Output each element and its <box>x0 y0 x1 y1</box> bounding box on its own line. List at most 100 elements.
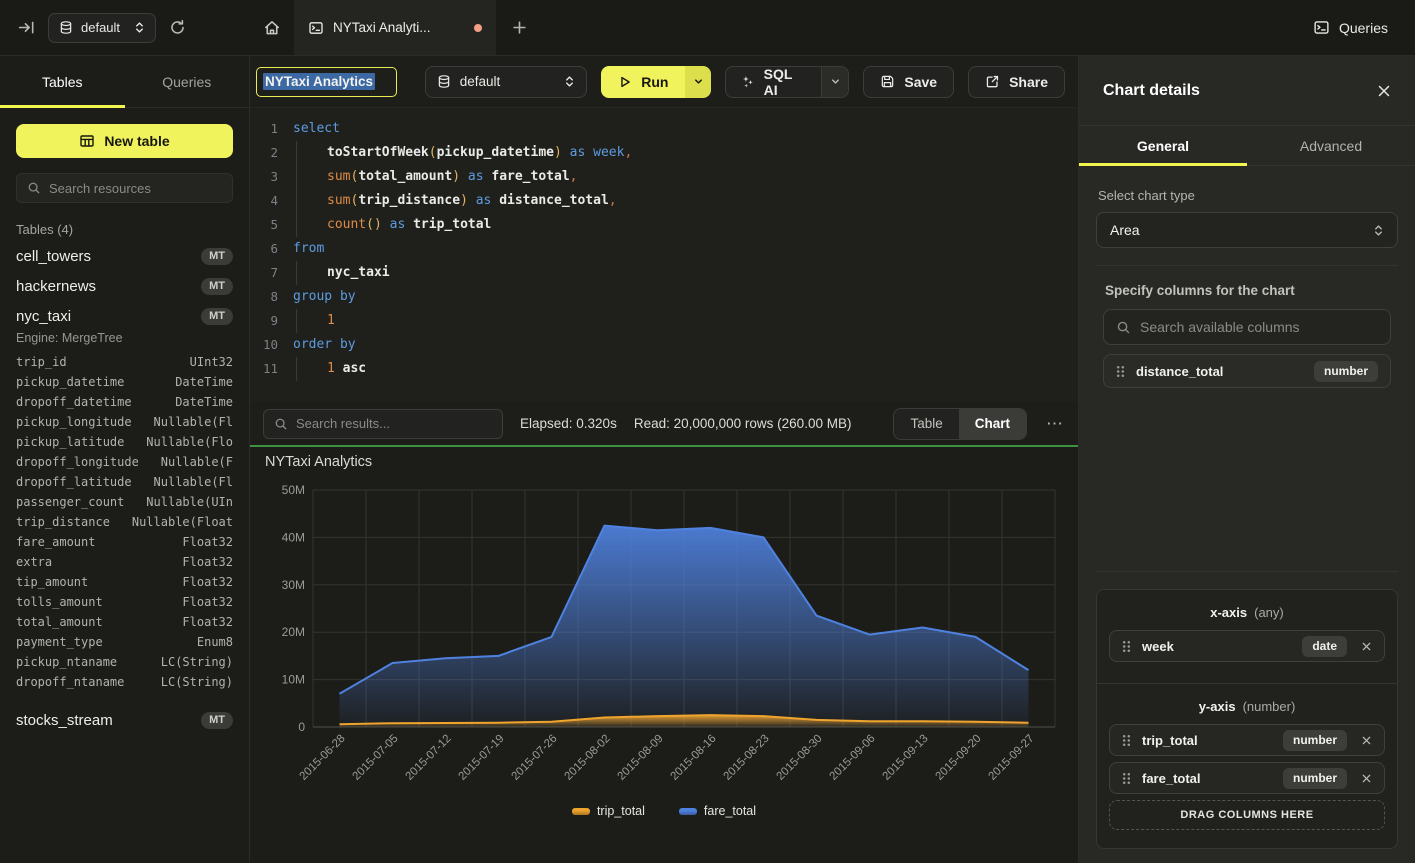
tab-general[interactable]: General <box>1079 126 1247 165</box>
sql-ai-button[interactable]: SQL AI <box>726 67 822 97</box>
x-axis-column-chip[interactable]: weekdate <box>1109 630 1385 662</box>
chart-type-select[interactable]: Area <box>1096 212 1398 248</box>
run-button[interactable]: Run <box>601 66 685 98</box>
center-panel: NYTaxi Analytics default Run <box>250 56 1078 863</box>
divider <box>1096 265 1398 266</box>
share-button[interactable]: Share <box>968 66 1065 98</box>
save-label: Save <box>904 74 937 90</box>
y-axis-items: trip_total number fare_totalnumber <box>1109 724 1385 794</box>
axes-config: x-axis(any) weekdate y-axis(number) trip… <box>1096 554 1398 849</box>
close-icon[interactable] <box>1377 84 1391 98</box>
queries-label: Queries <box>1339 20 1388 36</box>
column-name: dropoff_datetime <box>16 392 132 412</box>
tab-tables[interactable]: Tables <box>0 56 125 107</box>
query-title-input[interactable]: NYTaxi Analytics <box>256 67 397 97</box>
code-line: 111 asc <box>250 357 1078 381</box>
column-name: trip_distance <box>16 512 110 532</box>
tab-advanced[interactable]: Advanced <box>1247 126 1415 165</box>
code-token <box>484 165 492 189</box>
run-button-group: Run <box>601 66 710 98</box>
remove-column-icon[interactable] <box>1361 773 1372 784</box>
column-name: fare_amount <box>16 532 95 552</box>
save-button[interactable]: Save <box>863 66 954 98</box>
queries-icon <box>1313 19 1330 36</box>
column-chip-name: trip_total <box>1142 733 1198 748</box>
chevrons-updown-icon <box>134 21 145 34</box>
toolbar-database-value: default <box>460 74 501 89</box>
remove-column-icon[interactable] <box>1361 735 1372 746</box>
column-name: trip_id <box>16 352 67 372</box>
search-results-input[interactable]: Search results... <box>263 409 503 439</box>
code-token: trip_total <box>413 213 491 237</box>
column-type: DateTime <box>175 392 233 412</box>
new-table-button[interactable]: New table <box>16 124 233 158</box>
sql-editor[interactable]: 1select2toStartOfWeek(pickup_datetime) a… <box>250 108 1078 402</box>
code-token: () <box>366 213 382 237</box>
more-options-icon[interactable]: ⋯ <box>1044 415 1065 432</box>
drag-handle-icon[interactable] <box>1116 365 1125 378</box>
available-column-chip[interactable]: distance_totalnumber <box>1103 354 1391 388</box>
sql-ai-options-button[interactable] <box>821 67 848 97</box>
tab-queries[interactable]: Queries <box>125 56 250 107</box>
code-token: as <box>390 213 406 237</box>
search-resources-input[interactable]: Search resources <box>16 173 233 203</box>
table-item[interactable]: nyc_taxi MT <box>0 301 249 331</box>
home-icon[interactable] <box>250 0 294 55</box>
column-type-badge: number <box>1283 730 1347 751</box>
column-name: total_amount <box>16 612 103 632</box>
toggle-chart[interactable]: Chart <box>959 409 1026 439</box>
toolbar-database-selector[interactable]: default <box>425 66 587 98</box>
tab-nytaxi-analytics[interactable]: NYTaxi Analyti... <box>294 0 496 55</box>
svg-text:2015-07-19: 2015-07-19 <box>457 733 507 783</box>
column-row: tolls_amountFloat32 <box>0 592 249 612</box>
column-name: extra <box>16 552 52 572</box>
sidebar-tabs: Tables Queries <box>0 56 249 108</box>
column-row: fare_amountFloat32 <box>0 532 249 552</box>
drag-handle-icon[interactable] <box>1122 772 1131 785</box>
code-token: as <box>570 141 586 165</box>
y-axis-column-chip[interactable]: fare_totalnumber <box>1109 762 1385 794</box>
remove-column-icon[interactable] <box>1361 641 1372 652</box>
toggle-table[interactable]: Table <box>894 409 958 439</box>
code-token: ) <box>554 141 562 165</box>
chart-type-value: Area <box>1110 222 1140 238</box>
new-tab-icon[interactable] <box>496 0 542 55</box>
column-type-badge: number <box>1314 361 1378 382</box>
search-columns-input[interactable]: Search available columns <box>1103 309 1391 345</box>
database-selector[interactable]: default <box>48 13 156 43</box>
table-name: nyc_taxi <box>16 308 71 325</box>
svg-text:40M: 40M <box>282 530 305 544</box>
run-options-button[interactable] <box>685 66 710 98</box>
tab-strip: NYTaxi Analyti... <box>250 0 1313 55</box>
queries-button[interactable]: Queries <box>1313 0 1415 55</box>
line-number: 10 <box>250 333 278 357</box>
y-axis-column-chip[interactable]: trip_total number <box>1109 724 1385 756</box>
code-token <box>585 141 593 165</box>
engine-badge: MT <box>201 712 233 729</box>
column-type: LC(String) <box>161 652 233 672</box>
code-token: ) <box>452 165 460 189</box>
legend-item-trip_total[interactable]: trip_total <box>572 804 645 818</box>
code-token: pickup_datetime <box>437 141 554 165</box>
chart-type-label: Select chart type <box>1096 188 1398 203</box>
table-item[interactable]: cell_towersMT <box>0 241 249 271</box>
table-item[interactable]: hackernewsMT <box>0 271 249 301</box>
column-row: dropoff_longitudeNullable(F <box>0 452 249 472</box>
drop-zone[interactable]: DRAG COLUMNS HERE <box>1109 800 1385 830</box>
column-type: Nullable(UIn <box>146 492 233 512</box>
collapse-sidebar-icon[interactable] <box>18 19 35 36</box>
drag-handle-icon[interactable] <box>1122 640 1131 653</box>
new-table-label: New table <box>104 133 169 149</box>
column-type: LC(String) <box>161 672 233 692</box>
drag-handle-icon[interactable] <box>1122 734 1131 747</box>
table-item[interactable]: stocks_streamMT <box>0 705 249 735</box>
indent-guide <box>296 165 327 189</box>
legend-item-fare_total[interactable]: fare_total <box>679 804 756 818</box>
engine-badge: MT <box>201 308 233 325</box>
refresh-icon[interactable] <box>169 19 186 36</box>
column-name: pickup_latitude <box>16 432 124 452</box>
column-type: Nullable(Float <box>132 512 233 532</box>
sql-ai-label: SQL AI <box>764 66 808 98</box>
table-name: cell_towers <box>16 248 91 265</box>
panel-title: Chart details <box>1103 82 1200 100</box>
